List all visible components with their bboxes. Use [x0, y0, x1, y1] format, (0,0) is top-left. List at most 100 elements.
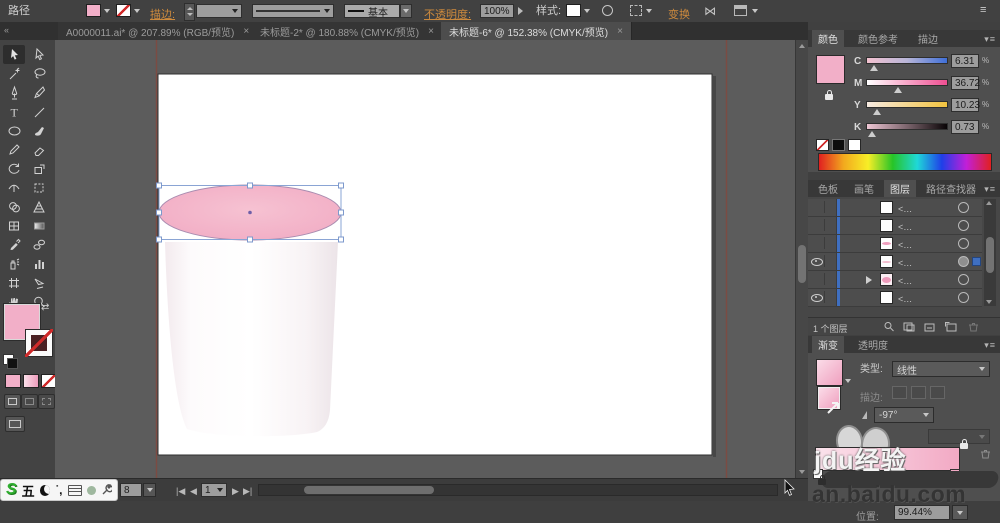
- lasso-tool[interactable]: [28, 64, 50, 83]
- blend-tool[interactable]: [28, 235, 50, 254]
- tab-layers[interactable]: 图层: [884, 180, 916, 197]
- sogou-logo[interactable]: S: [6, 481, 17, 499]
- target-icon[interactable]: [958, 238, 969, 249]
- target-icon[interactable]: [958, 274, 969, 285]
- horizontal-scrollbar[interactable]: [258, 484, 778, 496]
- eraser-tool[interactable]: [28, 140, 50, 159]
- tab-close-icon[interactable]: ×: [617, 26, 623, 37]
- next-artboard-icon[interactable]: ▶: [232, 486, 239, 497]
- target-icon[interactable]: [958, 202, 969, 213]
- ellipse-tool[interactable]: [3, 121, 25, 140]
- free-transform-tool[interactable]: [28, 178, 50, 197]
- tab-brushes[interactable]: 画笔: [848, 180, 880, 197]
- position-dropdown-button[interactable]: [952, 505, 968, 520]
- isolate-icon[interactable]: ⋈: [704, 5, 716, 17]
- zoom-level-box[interactable]: 8: [120, 483, 142, 497]
- delete-layer-icon[interactable]: [966, 320, 980, 333]
- fill-dropdown-icon[interactable]: [104, 9, 110, 13]
- tab-transparency[interactable]: 透明度: [852, 336, 894, 353]
- layers-scroll-handle[interactable]: [986, 237, 994, 273]
- slider-m[interactable]: [866, 79, 948, 86]
- tab-pathfinder[interactable]: 路径查找器: [920, 180, 982, 197]
- opacity-link[interactable]: 不透明度:: [424, 6, 471, 22]
- layer-row[interactable]: <…: [808, 253, 982, 271]
- vertical-scrollbar[interactable]: [795, 40, 808, 478]
- fill-color-swatch[interactable]: [86, 4, 101, 17]
- selection-tool[interactable]: [3, 45, 25, 64]
- panel-menu-icon[interactable]: ▾≡: [984, 34, 996, 45]
- panel-menu-icon[interactable]: ▾≡: [984, 340, 996, 351]
- layer-row[interactable]: <…: [808, 235, 982, 253]
- stroke-gradient-along-button[interactable]: [911, 386, 926, 399]
- artboard-nav-box[interactable]: 1: [201, 483, 227, 497]
- ime-mode-label[interactable]: 五: [22, 481, 35, 500]
- brush-pen-tool[interactable]: [28, 83, 50, 102]
- brush-definition-dropdown[interactable]: 基本: [344, 4, 400, 18]
- tab-gradient[interactable]: 渐变: [812, 336, 844, 353]
- shape-builder-tool[interactable]: [3, 197, 25, 216]
- column-graph-tool[interactable]: [28, 254, 50, 273]
- tab-color[interactable]: 颜色: [812, 30, 844, 47]
- visibility-eye-icon[interactable]: [811, 258, 823, 266]
- type-tool[interactable]: T: [3, 102, 25, 121]
- vertical-scroll-handle[interactable]: [798, 245, 806, 283]
- stroke-gradient-across-button[interactable]: [930, 386, 945, 399]
- tab-color-guide[interactable]: 颜色参考: [852, 30, 904, 47]
- width-tool[interactable]: [3, 178, 25, 197]
- value-y[interactable]: 10.23: [951, 98, 979, 112]
- direct-selection-tool[interactable]: [28, 45, 50, 64]
- symbol-sprayer-tool[interactable]: [3, 254, 25, 273]
- pen-tool[interactable]: [3, 83, 25, 102]
- white-swatch[interactable]: [848, 139, 861, 151]
- ime-profile-icon[interactable]: [87, 486, 96, 495]
- cup-body-shape[interactable]: [165, 242, 338, 436]
- expand-triangle-icon[interactable]: [866, 276, 872, 284]
- draw-inside-mode-button[interactable]: [38, 394, 55, 409]
- screen-mode-button[interactable]: [5, 416, 25, 432]
- position-value-box[interactable]: 99.44%: [894, 505, 950, 520]
- gradient-tool[interactable]: [28, 216, 50, 235]
- value-c[interactable]: 6.31: [951, 54, 979, 68]
- draw-normal-mode-button[interactable]: [4, 394, 21, 409]
- zoom-dropdown-button[interactable]: [143, 483, 156, 497]
- slider-c[interactable]: [866, 57, 948, 64]
- fill-color-mode-button[interactable]: [5, 374, 21, 388]
- opacity-value-box[interactable]: 100%: [480, 4, 514, 18]
- target-icon-selected[interactable]: [958, 256, 969, 267]
- fill-gradient-mode-button[interactable]: [23, 374, 39, 388]
- target-icon[interactable]: [958, 220, 969, 231]
- scale-tool[interactable]: [28, 159, 50, 178]
- default-swatches-icon[interactable]: [3, 354, 14, 365]
- align-icon[interactable]: [630, 5, 642, 16]
- new-layer-icon[interactable]: [944, 320, 958, 333]
- layer-row[interactable]: <…: [808, 217, 982, 235]
- shape-options-dropdown-icon[interactable]: [752, 9, 758, 13]
- artboard-tool[interactable]: [3, 273, 25, 292]
- gradient-swatch-dropdown-icon[interactable]: [845, 379, 851, 383]
- tab-close-icon[interactable]: ×: [428, 26, 434, 37]
- horizontal-scroll-handle[interactable]: [304, 486, 434, 494]
- tab-stroke[interactable]: 描边: [912, 30, 944, 47]
- locate-object-icon[interactable]: [882, 320, 896, 333]
- value-k[interactable]: 0.73: [951, 120, 979, 134]
- black-swatch[interactable]: [832, 139, 845, 151]
- brush-dropdown-button[interactable]: [400, 4, 412, 18]
- align-dropdown-icon[interactable]: [646, 9, 652, 13]
- document-tab-3-active[interactable]: 未标题-6* @ 152.38% (CMYK/预览) ×: [441, 22, 632, 40]
- panel-menu-icon[interactable]: ▾≡: [984, 184, 996, 195]
- stroke-gradient-within-button[interactable]: [892, 386, 907, 399]
- gradient-type-dropdown[interactable]: 线性: [892, 361, 990, 377]
- ime-keyboard-icon[interactable]: [68, 485, 82, 496]
- gradient-angle-dropdown[interactable]: -97°: [874, 407, 934, 423]
- none-swatch[interactable]: [816, 139, 829, 151]
- ime-wrench-icon[interactable]: [101, 484, 112, 496]
- paintbrush-tool[interactable]: [28, 121, 50, 140]
- draw-behind-mode-button[interactable]: [21, 394, 38, 409]
- prev-artboard-icon[interactable]: ◀: [190, 486, 197, 497]
- color-fill-swatch[interactable]: [816, 55, 845, 84]
- tab-close-icon[interactable]: ×: [243, 26, 249, 37]
- style-swatch[interactable]: [566, 4, 581, 17]
- tab-swatches[interactable]: 色板: [812, 180, 844, 197]
- magic-wand-tool[interactable]: [3, 64, 25, 83]
- layer-row[interactable]: <…: [808, 289, 982, 307]
